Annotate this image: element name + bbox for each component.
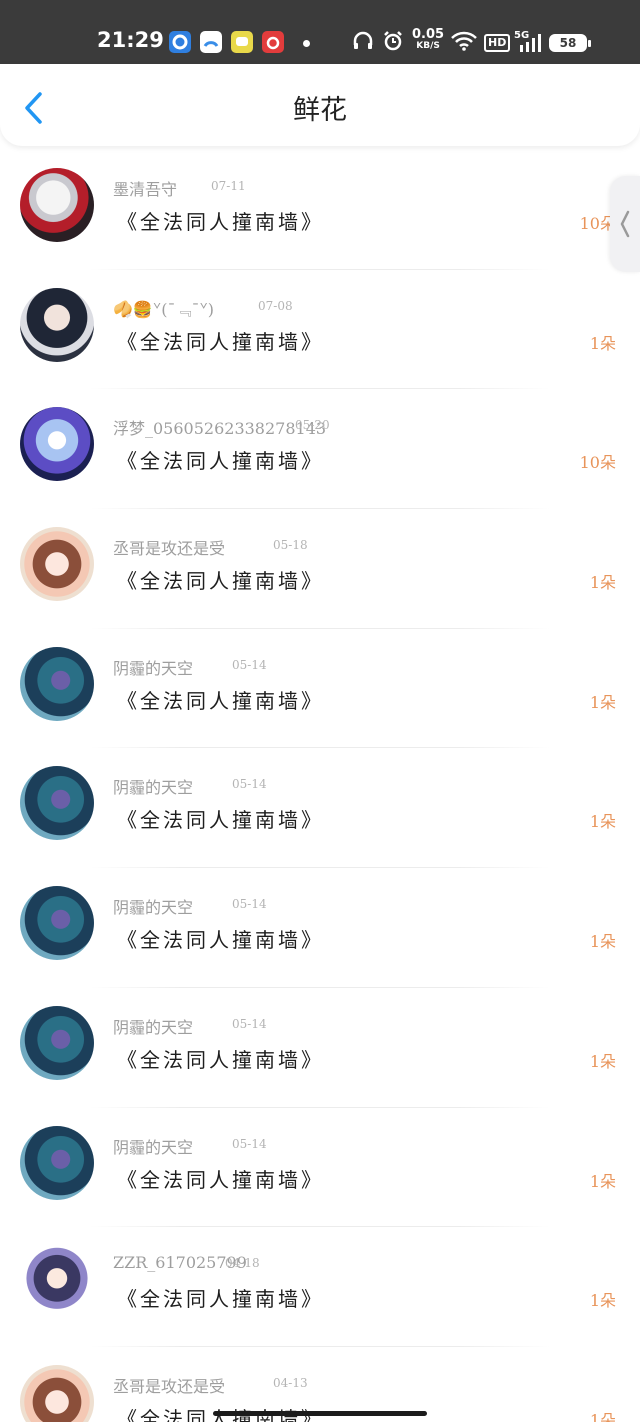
avatar[interactable] xyxy=(20,287,94,362)
work-title[interactable]: 《全法同人撞南墙》 xyxy=(117,445,324,474)
flower-count: 1朵 xyxy=(589,573,616,593)
gift-date: 05-14 xyxy=(232,1136,267,1151)
avatar[interactable] xyxy=(20,1005,94,1080)
cloud-app-icon xyxy=(200,31,222,53)
home-indicator[interactable] xyxy=(213,1411,427,1416)
work-title[interactable]: 《全法同人撞南墙》 xyxy=(117,804,324,833)
avatar[interactable] xyxy=(20,1125,94,1200)
gift-date: 04-18 xyxy=(225,1256,260,1271)
status-bar: 21:29 0.05 KB/S HD 5G 58 xyxy=(0,0,640,64)
gift-date: 05-20 xyxy=(295,418,330,433)
chevron-left-icon xyxy=(620,210,630,238)
list-item[interactable]: 浮梦_05605262338278143 05-20 《全法同人撞南墙》 10朵 xyxy=(0,389,640,510)
gift-date: 05-14 xyxy=(232,1016,267,1031)
status-time: 21:29 xyxy=(97,28,164,52)
avatar[interactable] xyxy=(20,407,94,482)
work-title[interactable]: 《全法同人撞南墙》 xyxy=(117,565,324,594)
flower-count: 1朵 xyxy=(589,812,616,832)
list-item[interactable]: ZZR_617025799 04-18 《全法同人撞南墙》 1朵 xyxy=(0,1227,640,1347)
wifi-icon xyxy=(451,31,477,55)
user-nickname[interactable]: 🥠🍔ᘁ(¯﹃¯ᘁ) xyxy=(113,296,214,320)
music-app-icon xyxy=(262,31,284,53)
signal-icon xyxy=(518,34,542,56)
user-nickname[interactable]: 墨清吾守 xyxy=(113,176,177,200)
notification-dot-icon xyxy=(303,40,310,47)
gift-date: 07-08 xyxy=(258,298,293,313)
list-item[interactable]: 阴霾的天空 05-14 《全法同人撞南墙》 1朵 xyxy=(0,629,640,749)
flower-count: 1朵 xyxy=(589,1410,616,1422)
list-item[interactable]: 阴霾的天空 05-14 《全法同人撞南墙》 1朵 xyxy=(0,748,640,869)
blue-app-icon xyxy=(169,31,191,53)
flower-count: 1朵 xyxy=(589,1051,616,1071)
headphones-icon xyxy=(352,30,374,56)
user-nickname[interactable]: 阴霾的天空 xyxy=(113,655,193,679)
hd-badge: HD xyxy=(484,34,511,52)
app-header: 鲜花 xyxy=(0,64,640,146)
gift-date: 05-14 xyxy=(232,897,267,912)
battery-indicator: 58 xyxy=(549,34,591,52)
user-nickname[interactable]: 丞哥是攻还是受 xyxy=(113,1373,225,1397)
flower-count: 1朵 xyxy=(589,1171,616,1191)
list-item[interactable]: 🥠🍔ᘁ(¯﹃¯ᘁ) 07-08 《全法同人撞南墙》 1朵 xyxy=(0,270,640,390)
user-nickname[interactable]: 丞哥是攻还是受 xyxy=(113,535,225,559)
side-panel-handle[interactable] xyxy=(610,176,640,272)
gift-date: 05-14 xyxy=(232,657,267,672)
list-item[interactable]: 墨清吾守 07-11 《全法同人撞南墙》 10朵 xyxy=(0,150,640,270)
network-speed: 0.05 KB/S xyxy=(412,27,445,51)
alarm-icon xyxy=(382,30,404,56)
gift-date: 07-11 xyxy=(211,179,246,193)
avatar[interactable] xyxy=(20,168,94,242)
avatar[interactable] xyxy=(20,1245,94,1320)
work-title[interactable]: 《全法同人撞南墙》 xyxy=(117,1164,324,1193)
avatar[interactable] xyxy=(20,527,94,602)
flower-count: 1朵 xyxy=(589,1291,616,1311)
avatar[interactable] xyxy=(20,646,94,721)
user-nickname[interactable]: 阴霾的天空 xyxy=(113,1134,193,1158)
list-item[interactable]: 阴霾的天空 05-14 《全法同人撞南墙》 1朵 xyxy=(0,1108,640,1228)
chat-app-icon xyxy=(231,31,253,53)
flower-count: 1朵 xyxy=(589,932,616,952)
gift-date: 05-14 xyxy=(232,777,267,792)
work-title[interactable]: 《全法同人撞南墙》 xyxy=(117,326,324,355)
user-nickname[interactable]: 阴霾的天空 xyxy=(113,774,193,798)
flower-count: 1朵 xyxy=(589,333,616,353)
avatar[interactable] xyxy=(20,766,94,841)
list-item[interactable]: 阴霾的天空 05-14 《全法同人撞南墙》 1朵 xyxy=(0,988,640,1108)
work-title[interactable]: 《全法同人撞南墙》 xyxy=(117,206,324,235)
page-title: 鲜花 xyxy=(293,95,347,126)
gift-date: 04-13 xyxy=(273,1375,308,1390)
work-title[interactable]: 《全法同人撞南墙》 xyxy=(117,924,324,953)
user-nickname[interactable]: 阴霾的天空 xyxy=(113,894,193,918)
gift-date: 05-18 xyxy=(273,538,308,553)
user-nickname[interactable]: 阴霾的天空 xyxy=(113,1014,193,1038)
flower-list: 墨清吾守 07-11 《全法同人撞南墙》 10朵 🥠🍔ᘁ(¯﹃¯ᘁ) 07-08… xyxy=(0,150,640,1422)
work-title[interactable]: 《全法同人撞南墙》 xyxy=(117,1044,324,1073)
list-item[interactable]: 丞哥是攻还是受 05-18 《全法同人撞南墙》 1朵 xyxy=(0,509,640,629)
work-title[interactable]: 《全法同人撞南墙》 xyxy=(117,685,324,714)
avatar[interactable] xyxy=(20,886,94,961)
avatar[interactable] xyxy=(20,1364,94,1422)
flower-count: 10朵 xyxy=(579,453,616,473)
flower-count: 1朵 xyxy=(589,692,616,712)
work-title[interactable]: 《全法同人撞南墙》 xyxy=(117,1283,324,1312)
list-item[interactable]: 阴霾的天空 05-14 《全法同人撞南墙》 1朵 xyxy=(0,868,640,988)
